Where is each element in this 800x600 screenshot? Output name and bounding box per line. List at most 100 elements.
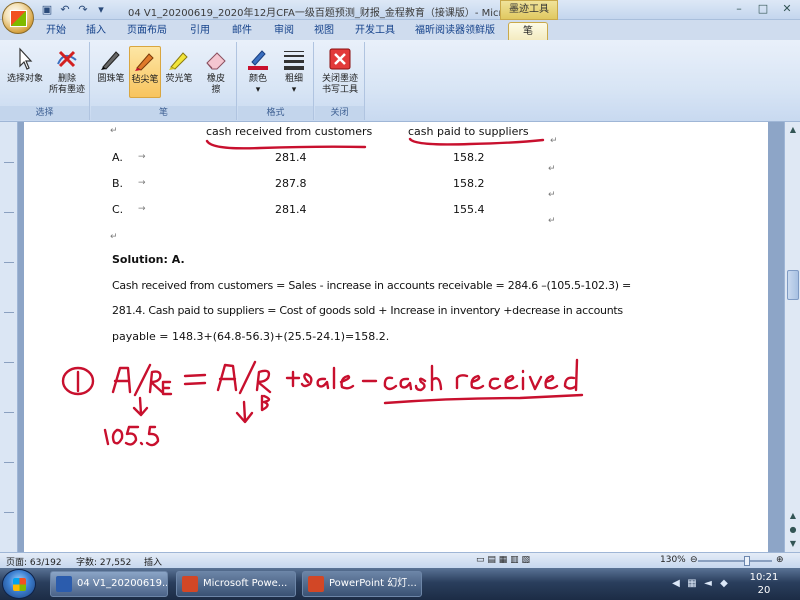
ink-weight-button[interactable]: 粗细 ▾ (278, 46, 310, 96)
option-letter: B. (112, 177, 124, 190)
tab-pens[interactable]: 笔 (508, 22, 548, 40)
scroll-down-icon[interactable]: ▼ (787, 538, 799, 550)
close-icon[interactable]: ✕ (776, 1, 798, 18)
tab-home[interactable]: 开始 (40, 22, 72, 40)
solution-title: Solution: A. (112, 253, 185, 266)
view-buttons[interactable]: ▭ ▤ ▦ ▥ ▧ (476, 555, 530, 565)
ruler-mark (4, 362, 14, 363)
paragraph-mark: ↵ (110, 126, 118, 136)
option-paid-value: 158.2 (453, 151, 485, 164)
insert-mode[interactable]: 插入 (144, 555, 162, 568)
taskbar-item-label: Microsoft Powe... (203, 578, 288, 589)
pen-color-icon (248, 50, 268, 70)
delete-all-ink-label-2: 所有墨迹 (48, 85, 85, 95)
ruler-mark (4, 512, 14, 513)
pens-group: 圆珠笔 毡尖笔 荧光笔 橡皮 擦 笔 (91, 42, 237, 120)
option-received-value: 287.8 (275, 177, 307, 190)
vertical-scrollbar[interactable]: ▲ ▲ ● ▼ (784, 122, 800, 552)
minimize-icon[interactable]: – (728, 1, 750, 18)
office-button[interactable] (2, 2, 34, 34)
paragraph-mark: ↵ (548, 216, 556, 226)
maximize-icon[interactable]: □ (752, 1, 774, 18)
zoom-out-icon[interactable]: ⊖ (690, 555, 698, 565)
tab-view[interactable]: 视图 (308, 22, 340, 40)
close-ink-tools-button[interactable]: 关闭墨迹 书写工具 (317, 46, 363, 96)
scroll-up-icon[interactable]: ▲ (787, 510, 799, 522)
clock-day: 20 (757, 585, 771, 596)
scrollbar-thumb[interactable] (787, 270, 799, 300)
taskbar-item-powerpoint[interactable]: Microsoft Powe... (176, 571, 296, 597)
word-icon (56, 576, 72, 592)
save-icon[interactable]: ▣ (40, 3, 54, 17)
clock-time: 10:21 (749, 572, 779, 583)
word-count[interactable]: 字数: 27,552 (76, 555, 131, 568)
ruler-mark (4, 212, 14, 213)
zoom-in-icon[interactable]: ⊕ (776, 555, 784, 565)
paragraph-mark: ↵ (110, 232, 118, 242)
option-paid-value: 158.2 (453, 177, 485, 190)
taskbar: 04 V1_20200619... Microsoft Powe... Powe… (0, 568, 800, 600)
delete-all-ink-button[interactable]: 删除 所有墨迹 (46, 46, 88, 96)
option-letter: C. (112, 203, 124, 216)
ruler-mark (4, 312, 14, 313)
customize-qat-icon[interactable]: ▾ (94, 3, 108, 17)
undo-icon[interactable]: ↶ (58, 3, 72, 17)
tab-review[interactable]: 审阅 (268, 22, 300, 40)
quick-access-toolbar: ▣ ↶ ↷ ▾ (40, 3, 108, 17)
taskbar-item-label: PowerPoint 幻灯... (329, 578, 417, 589)
highlighter-button[interactable]: 荧光笔 (163, 46, 195, 85)
select-objects-button[interactable]: 选择对象 (4, 46, 46, 85)
tab-developer[interactable]: 开发工具 (348, 22, 402, 40)
option-received-value: 281.4 (275, 203, 307, 216)
ballpoint-pen-button[interactable]: 圆珠笔 (95, 46, 127, 85)
tab-references[interactable]: 引用 (184, 22, 216, 40)
vertical-ruler (0, 122, 18, 552)
page-count[interactable]: 页面: 63/192 (6, 555, 62, 568)
option-letter: A. (112, 151, 123, 164)
tab-page-layout[interactable]: 页面布局 (122, 22, 172, 40)
felt-tip-pen-button[interactable]: 毡尖笔 (129, 46, 161, 98)
eraser-label-1: 橡皮 (206, 74, 225, 84)
ruler-mark (4, 462, 14, 463)
highlighter-label: 荧光笔 (165, 74, 193, 84)
taskbar-item-slideshow[interactable]: PowerPoint 幻灯... (302, 571, 422, 597)
cursor-arrow-icon (19, 47, 33, 70)
eraser-label-2: 擦 (211, 85, 221, 95)
powerpoint-icon (308, 576, 324, 592)
line-weight-icon (284, 51, 304, 70)
column-header-paid: cash paid to suppliers (408, 125, 529, 138)
title-bar: ▣ ↶ ↷ ▾ 04 V1_20200619_2020年12月CFA一级百题预测… (0, 0, 800, 20)
zoom-level[interactable]: 130% (660, 555, 686, 565)
ribbon: 选择对象 删除 所有墨迹 选择 圆珠笔 毡尖笔 荧光笔 橡皮 擦 笔 颜色 ▾ … (0, 40, 800, 122)
scroll-up-icon[interactable]: ▲ (787, 124, 799, 136)
eraser-button[interactable]: 橡皮 擦 (199, 46, 233, 96)
volume-icon[interactable]: ◄ (702, 578, 714, 590)
zoom-slider[interactable] (698, 560, 772, 562)
ruler-mark (4, 162, 14, 163)
format-group: 颜色 ▾ 粗细 ▾ 格式 (238, 42, 314, 120)
tab-mailings[interactable]: 邮件 (226, 22, 258, 40)
network-icon[interactable]: ▦ (686, 578, 698, 590)
ribbon-tabs: 开始 插入 页面布局 引用 邮件 审阅 视图 开发工具 福昕阅读器领鲜版 笔 (0, 20, 800, 40)
ink-color-button[interactable]: 颜色 ▾ (242, 46, 274, 96)
select-group-label: 选择 (0, 106, 89, 120)
felt-tip-pen-icon (135, 53, 154, 71)
clock[interactable]: 10:21 20 (744, 571, 784, 597)
chevron-down-icon: ▾ (291, 85, 297, 95)
paragraph-mark: ↵ (548, 190, 556, 200)
tab-foxit[interactable]: 福昕阅读器领鲜版 (410, 22, 500, 40)
start-button[interactable] (2, 569, 36, 599)
highlighter-icon (169, 52, 188, 70)
taskbar-item-word[interactable]: 04 V1_20200619... (50, 571, 168, 597)
ballpoint-pen-icon (101, 51, 120, 70)
close-ink-tools-label-2: 书写工具 (321, 85, 358, 95)
browse-object-icon[interactable]: ● (787, 524, 799, 536)
redo-icon[interactable]: ↷ (76, 3, 90, 17)
context-tab-label: 墨迹工具 (500, 0, 558, 20)
document-page[interactable]: ↵ cash received from customers cash paid… (24, 122, 768, 552)
zoom-slider-knob[interactable] (744, 556, 750, 566)
solution-line: payable = 148.3+(64.8-56.3)+(25.5-24.1)=… (112, 330, 390, 343)
tray-arrow-icon[interactable]: ◀ (670, 578, 682, 590)
tab-insert[interactable]: 插入 (80, 22, 112, 40)
tray-app-icon[interactable]: ◆ (718, 578, 730, 590)
